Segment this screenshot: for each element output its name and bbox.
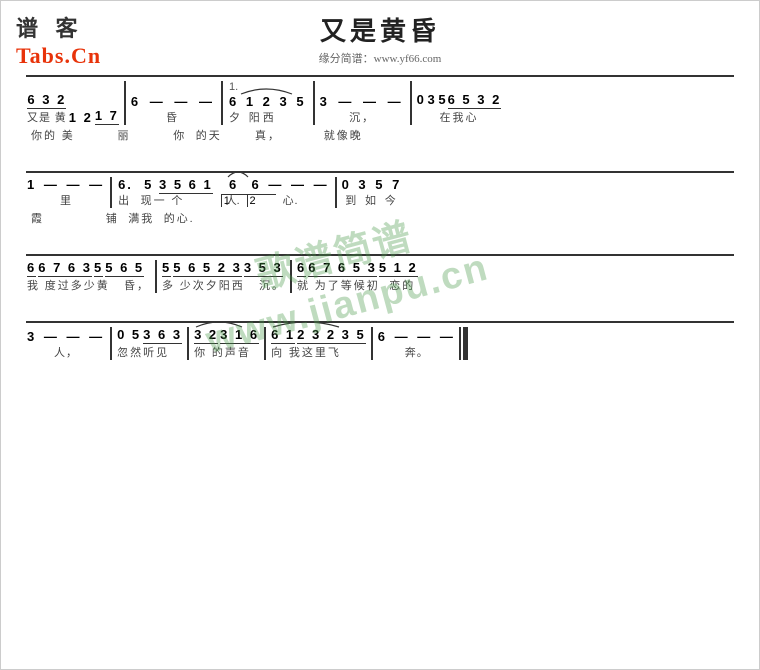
section-4: 3 — — — 人， 0 5 3 6 3 忽然听见: [26, 321, 734, 364]
main-page: 谱 客 Tabs.Cn 又是黄昏 缘分简谱：www.yf66.com 歌谱简谱 …: [0, 0, 760, 670]
bar-line: [110, 177, 112, 208]
section-3: 6 6 7 6 3 5 5 6 5 我 度过多少黄 昏， 5 5 6 5 2 3…: [26, 254, 734, 297]
score-wrapper: 6 3 2 又是 黄 1 2 1 7 6 — — — 昏: [16, 70, 744, 383]
header: 谱 客 Tabs.Cn 又是黄昏 缘分简谱：www.yf66.com: [16, 11, 744, 66]
final-barline: [459, 327, 468, 360]
bar-line: [155, 260, 157, 293]
note-block: 1 7: [95, 108, 119, 125]
lyrics-alt-line: 你的 美 丽 你 的天 真， 就像晚: [26, 125, 734, 143]
note-block: 6 6 7 6 5 3 5 1 2 就 为了等候初 恋的: [297, 260, 418, 293]
source-text: 缘分简谱：www.yf66.com: [319, 50, 442, 66]
site-logo: 谱 客 Tabs.Cn: [16, 11, 101, 69]
note-block: 5 5 6 5 2 3 3 5 3 多 少次夕阳西 沉。: [162, 260, 285, 293]
bar-line: [110, 327, 112, 360]
bar-line: [124, 81, 126, 125]
bar-line: [187, 327, 189, 360]
bar-line: [371, 327, 373, 360]
logo-cn: 谱 客: [16, 11, 101, 43]
note-block: 6 人.: [226, 177, 240, 208]
note-block: 0 5 3 6 3 忽然听见: [117, 327, 182, 360]
section-2: 1 — — — 里 6. 5 3 5 6 1 出 现一 个 1: [26, 171, 734, 230]
song-title: 又是黄昏: [319, 11, 442, 48]
note-block: 3 — — — 人，: [27, 329, 105, 360]
bar-line: [313, 81, 315, 125]
note-block: 6 6 7 6 3 5 5 6 5 我 度过多少黄 昏，: [27, 260, 150, 293]
bar-line: [264, 327, 266, 360]
bar-line: [221, 81, 223, 125]
note-block: 1. 6 1 2 3 5 夕 阳西: [229, 81, 307, 125]
note-block: 6 1 2 3 2 3 5 向 我这里飞: [271, 327, 366, 360]
bar-line: [290, 260, 292, 293]
lyrics-alt-2: 霞 铺 满我 的心.: [26, 208, 734, 226]
note-block: 3 2 3 1 6 你 的声音: [194, 327, 259, 360]
bar-line: [335, 177, 337, 208]
title-area: 又是黄昏 缘分简谱：www.yf66.com: [319, 11, 442, 66]
note-block: 6. 5 3 5 6 1 出 现一 个: [118, 177, 213, 208]
bar-line: [410, 81, 412, 125]
note-block: 0 3 5 7 到 如 今: [342, 177, 403, 208]
note-block: 3 — — — 沉，: [320, 94, 405, 125]
note-block: 1 — — — 里: [27, 177, 105, 208]
note-block: 6 3 2 又是 黄: [27, 92, 67, 125]
section-1: 6 3 2 又是 黄 1 2 1 7 6 — — — 昏: [26, 75, 734, 147]
note-block: 6 — — — 昏: [131, 94, 216, 125]
note-block: 0 3 5 6 5 3 2 在我心: [417, 92, 502, 125]
logo-en: Tabs.Cn: [16, 43, 101, 69]
note-block: 6 — — — 奔。: [378, 329, 456, 360]
note-block: 1 2: [69, 110, 93, 125]
